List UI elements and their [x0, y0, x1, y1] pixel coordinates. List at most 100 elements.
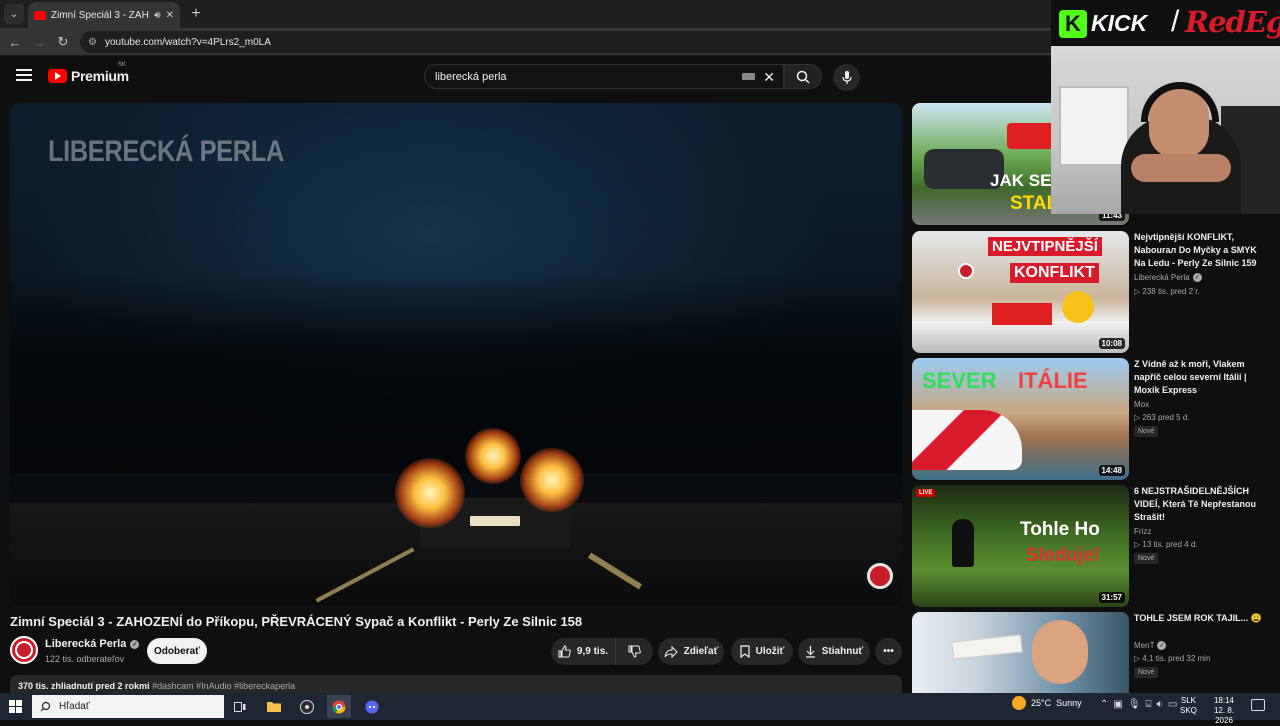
- rec-channel[interactable]: Frizz: [1134, 527, 1151, 536]
- task-view-icon[interactable]: [228, 695, 252, 718]
- recommendation-item[interactable]: TOHLE JSEM ROK TAJIL... 😩 MenT ✓ ▷ 4,1 ti…: [912, 612, 1272, 693]
- channel-logo-icon: [958, 263, 974, 279]
- site-info-icon[interactable]: ⚙: [88, 37, 97, 48]
- recommendation-item[interactable]: SEVER ITÁLIE 14:48 Z Vídně až k moři, Vl…: [912, 358, 1272, 480]
- kick-logo-icon: K: [1059, 10, 1087, 38]
- live-badge: LIVE: [916, 489, 936, 497]
- clock-time: 18:14: [1213, 696, 1235, 705]
- address-bar[interactable]: ⚙ youtube.com/watch?v=4PLrs2_m0LA: [80, 31, 1090, 53]
- recommendation-item[interactable]: LIVE Tohle Ho Sleduje! 31:57 6 NEJSTRAŠI…: [912, 485, 1272, 607]
- rec-meta: ▷ 4,1 tis. pred 32 min: [1134, 654, 1211, 663]
- video-player[interactable]: LIBERECKÁ PERLA: [10, 103, 902, 605]
- rec-meta: ▷ 13 tis. pred 4 d.: [1134, 540, 1198, 549]
- rec-channel-name: MenT: [1134, 641, 1155, 650]
- more-actions-icon[interactable]: •••: [875, 638, 902, 665]
- hamburger-menu-icon[interactable]: [16, 69, 32, 83]
- chevron-up-icon[interactable]: ⌃: [1100, 699, 1108, 710]
- browser-tab[interactable]: Zimní Speciál 3 - ZAHOZENÍ do Příkopu 🔊︎…: [28, 2, 180, 28]
- rec-channel[interactable]: Liberecká Perla ✓: [1134, 273, 1202, 282]
- video-thumbnail[interactable]: [912, 612, 1129, 693]
- obs-icon[interactable]: [295, 695, 319, 718]
- share-label: Zdieľať: [683, 646, 719, 657]
- train-shape: [912, 410, 1022, 470]
- notification-icon[interactable]: [1251, 699, 1265, 711]
- rec-title[interactable]: 6 NEJSTRAŠIDELNĚJŠÍCH VIDEÍ, Která Tě Ne…: [1134, 485, 1262, 524]
- license-plate: [470, 516, 520, 526]
- channel-branding-icon[interactable]: [867, 563, 893, 589]
- file-explorer-icon[interactable]: [262, 695, 286, 718]
- share-button[interactable]: Zdieľať: [658, 638, 724, 665]
- rec-title[interactable]: Z Vídně až k moři, Vlakem napříč celou s…: [1134, 358, 1262, 397]
- network-icon[interactable]: ⌸: [1146, 699, 1152, 710]
- download-icon: [805, 646, 815, 658]
- speaker-icon[interactable]: 🔊︎: [154, 10, 160, 21]
- channel-avatar[interactable]: [10, 636, 38, 664]
- close-tab-icon[interactable]: ✕: [166, 10, 174, 21]
- recommendation-item[interactable]: NEJVTIPNĚJŠÍ KONFLIKT 10:08 Nejvtipnější…: [912, 231, 1272, 353]
- verified-icon: ✓: [130, 639, 140, 649]
- view-count-date: 370 tis. zhliadnutí pred 2 rokmi: [18, 681, 150, 691]
- thumbs-down-icon: [628, 645, 641, 658]
- video-frame-trees: [10, 273, 902, 473]
- download-button[interactable]: Stiahnuť: [798, 638, 870, 665]
- thumb-text: Sleduje!: [1026, 545, 1100, 566]
- rec-meta: ▷ 238 tis. pred 2 r.: [1134, 287, 1200, 296]
- weather-widget[interactable]: 25°C Sunny: [1012, 696, 1082, 710]
- taskbar-search-input[interactable]: Hľadať: [32, 695, 224, 718]
- search-icon: [40, 701, 51, 712]
- video-thumbnail[interactable]: NEJVTIPNĚJŠÍ KONFLIKT 10:08: [912, 231, 1129, 353]
- video-thumbnail[interactable]: LIVE Tohle Ho Sleduje! 31:57: [912, 485, 1129, 607]
- discord-icon[interactable]: [360, 695, 384, 718]
- battery-icon[interactable]: ▭: [1168, 699, 1177, 710]
- keyboard-icon[interactable]: [742, 73, 755, 80]
- rec-channel-name: Frizz: [1134, 527, 1152, 536]
- save-button[interactable]: Uložiť: [731, 638, 793, 665]
- forward-arrow-icon[interactable]: →: [30, 33, 48, 51]
- rec-title[interactable]: Nejvtipnější KONFLIKT, Nabourал Do Myčky…: [1134, 231, 1262, 270]
- arrow-shape: [1007, 123, 1057, 149]
- search-input[interactable]: liberecká perla ✕: [424, 64, 784, 89]
- tab-title: Zimní Speciál 3 - ZAHOZENÍ do Příkopu: [51, 9, 149, 21]
- rec-channel[interactable]: Mox: [1134, 400, 1149, 409]
- search-button[interactable]: [784, 64, 822, 89]
- language-indicator[interactable]: SLK SKQ: [1180, 696, 1197, 716]
- product-bar-shape: [951, 634, 1023, 660]
- rec-channel-name: Mox: [1134, 400, 1150, 409]
- new-badge: Nové: [1134, 667, 1159, 678]
- microphone-icon[interactable]: 🎙︎: [1128, 699, 1141, 710]
- system-clock[interactable]: 18:14 12. 8. 2026: [1204, 696, 1244, 726]
- subscriber-count: 122 tis. odberateľov: [45, 654, 125, 664]
- hashtags[interactable]: #dashcam #InAudio #libereckaperla: [152, 681, 295, 691]
- share-icon: [664, 645, 678, 658]
- rec-meta-text: 13 tis. pred 4 d.: [1142, 540, 1198, 549]
- back-arrow-icon[interactable]: ←: [6, 33, 24, 51]
- system-tray: ⌃ ▣ 🎙︎ ⌸ 🔉︎ ▭: [1100, 699, 1177, 710]
- new-badge: Nové: [1134, 426, 1159, 437]
- subscribe-button[interactable]: Odoberať: [147, 638, 207, 664]
- youtube-logo[interactable]: Premium SK: [48, 62, 129, 84]
- volume-icon[interactable]: 🔉︎: [1157, 699, 1163, 710]
- save-label: Uložiť: [755, 646, 785, 657]
- tab-search-button[interactable]: ⌄: [4, 4, 24, 24]
- rec-channel[interactable]: MenT ✓: [1134, 641, 1167, 650]
- video-thumbnail[interactable]: SEVER ITÁLIE 14:48: [912, 358, 1129, 480]
- rec-meta: ▷ 263 pred 5 d.: [1134, 413, 1190, 422]
- voice-search-button[interactable]: [833, 64, 860, 91]
- stream-overlay-header: K KICK / RedEgo: [1051, 0, 1280, 46]
- new-tab-button[interactable]: +: [186, 4, 206, 24]
- reload-icon[interactable]: ↻: [54, 33, 72, 51]
- camera-icon[interactable]: ▣: [1113, 699, 1122, 710]
- description-box[interactable]: 370 tis. zhliadnutí pred 2 rokmi #dashca…: [10, 675, 902, 695]
- video-title: Zimní Speciál 3 - ZAHOZENÍ do Příkopu, P…: [10, 614, 583, 629]
- thumb-text: SEVER: [922, 368, 997, 393]
- url-text: youtube.com/watch?v=4PLrs2_m0LA: [104, 36, 271, 48]
- clear-search-icon[interactable]: ✕: [763, 69, 775, 86]
- chrome-icon[interactable]: [327, 695, 351, 718]
- rec-channel-name: Liberecká Perla: [1134, 273, 1190, 282]
- download-label: Stiahnuť: [821, 646, 864, 657]
- windows-start-icon[interactable]: [9, 700, 22, 713]
- rec-title[interactable]: TOHLE JSEM ROK TAJIL... 😩: [1134, 612, 1262, 625]
- like-button[interactable]: 9,9 tis.: [551, 638, 615, 665]
- dislike-button[interactable]: [615, 638, 653, 665]
- channel-name[interactable]: Liberecká Perla ✓: [45, 638, 140, 650]
